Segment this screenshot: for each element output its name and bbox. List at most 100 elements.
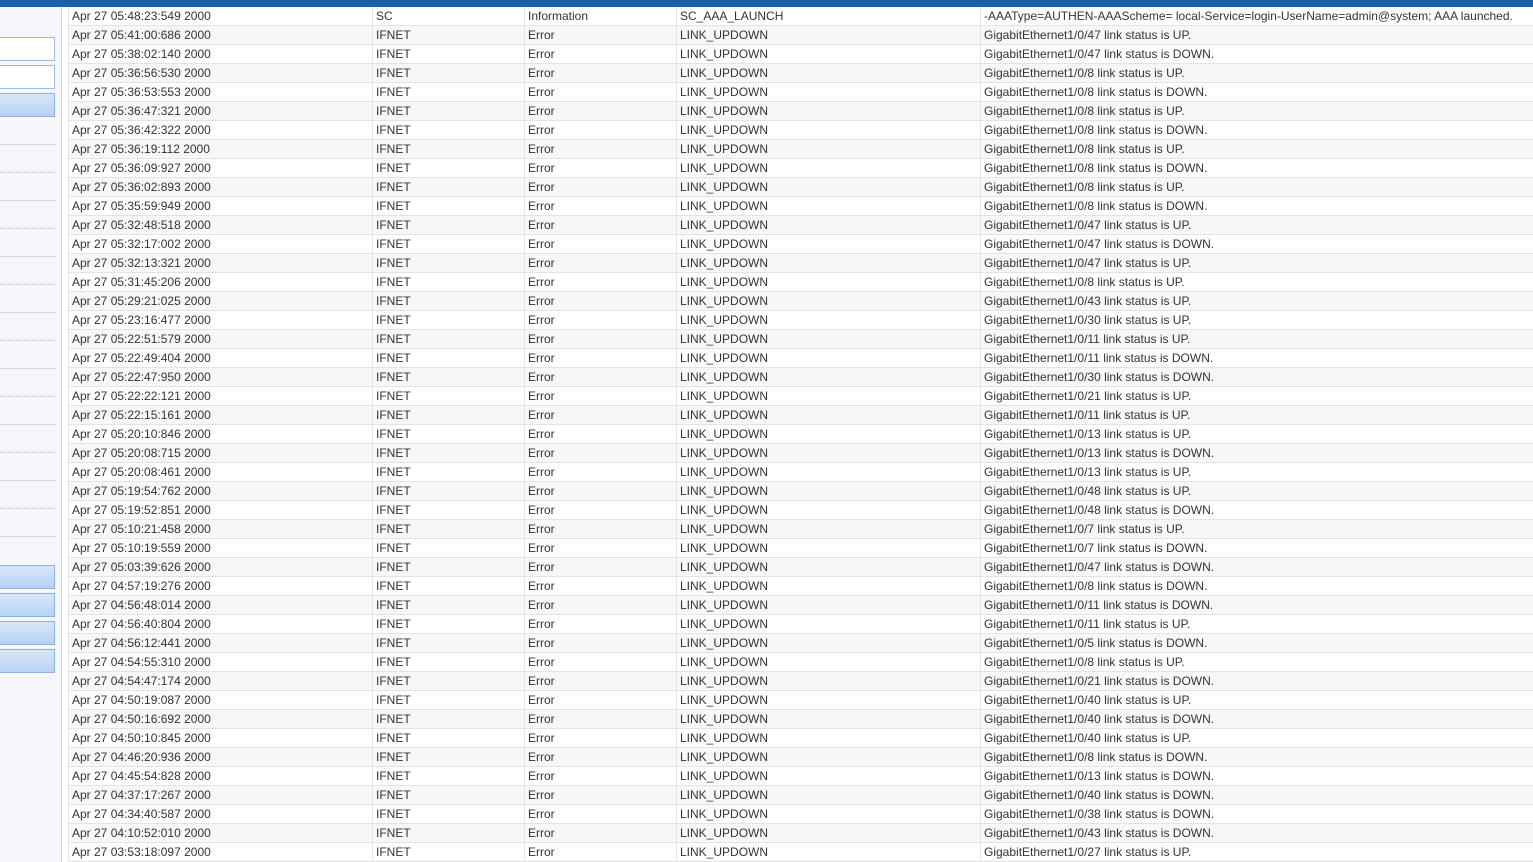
log-time-cell: Apr 27 04:37:17:267 2000	[68, 785, 373, 805]
log-row[interactable]: Apr 27 03:53:18:097 2000 IFNET Error LINK_U…	[68, 842, 1533, 862]
log-type-cell: LINK_UPDOWN	[676, 348, 981, 368]
log-type-cell: LINK_UPDOWN	[676, 63, 981, 83]
log-row[interactable]: Apr 27 05:22:49:404 2000 IFNET Error LINK_U…	[68, 348, 1533, 368]
log-row[interactable]: Apr 27 05:36:09:927 2000 IFNET Error LINK_U…	[68, 158, 1533, 178]
log-row[interactable]: Apr 27 04:50:16:692 2000 IFNET Error LINK_U…	[68, 709, 1533, 729]
log-row[interactable]: Apr 27 05:36:56:530 2000 IFNET Error LINK_U…	[68, 63, 1533, 83]
log-row[interactable]: Apr 27 04:57:19:276 2000 IFNET Error LINK_U…	[68, 576, 1533, 596]
log-type-cell: LINK_UPDOWN	[676, 25, 981, 45]
log-type-cell: LINK_UPDOWN	[676, 538, 981, 558]
log-type-cell: LINK_UPDOWN	[676, 196, 981, 216]
log-time-cell: Apr 27 04:57:19:276 2000	[68, 576, 373, 596]
log-row[interactable]: Apr 27 05:32:48:518 2000 IFNET Error LINK_U…	[68, 215, 1533, 235]
log-row[interactable]: Apr 27 04:34:40:587 2000 IFNET Error LINK_U…	[68, 804, 1533, 824]
log-row[interactable]: Apr 27 05:22:51:579 2000 IFNET Error LINK_U…	[68, 329, 1533, 349]
log-row[interactable]: Apr 27 05:22:22:121 2000 IFNET Error LINK_U…	[68, 386, 1533, 406]
log-type-cell: LINK_UPDOWN	[676, 671, 981, 691]
log-type-cell: LINK_UPDOWN	[676, 823, 981, 843]
log-module-cell: IFNET	[372, 424, 525, 444]
log-row[interactable]: Apr 27 05:36:53:553 2000 IFNET Error LINK_U…	[68, 82, 1533, 102]
log-time-cell: Apr 27 05:29:21:025 2000	[68, 291, 373, 311]
log-description-cell: GigabitEthernet1/0/8 link status is UP.	[980, 177, 1533, 197]
log-level-cell: Error	[524, 462, 677, 482]
log-row[interactable]: Apr 27 05:10:21:458 2000 IFNET Error LINK_U…	[68, 519, 1533, 539]
sidebar-button-5[interactable]	[0, 649, 55, 673]
log-row[interactable]: Apr 27 04:50:19:087 2000 IFNET Error LINK_U…	[68, 690, 1533, 710]
sidebar-button-3[interactable]	[0, 593, 55, 617]
log-level-cell: Error	[524, 215, 677, 235]
log-row[interactable]: Apr 27 05:20:08:461 2000 IFNET Error LINK_U…	[68, 462, 1533, 482]
sidebar-button-2[interactable]	[0, 565, 55, 589]
log-level-cell: Error	[524, 747, 677, 767]
log-time-cell: Apr 27 05:22:51:579 2000	[68, 329, 373, 349]
log-level-cell: Error	[524, 766, 677, 786]
log-description-cell: GigabitEthernet1/0/5 link status is DOWN…	[980, 633, 1533, 653]
sidebar-input-1[interactable]	[0, 37, 55, 61]
log-row[interactable]: Apr 27 05:23:16:477 2000 IFNET Error LINK_U…	[68, 310, 1533, 330]
log-row[interactable]: Apr 27 04:54:47:174 2000 IFNET Error LINK_U…	[68, 671, 1533, 691]
log-type-cell: LINK_UPDOWN	[676, 158, 981, 178]
log-row[interactable]: Apr 27 05:32:13:321 2000 IFNET Error LINK_U…	[68, 253, 1533, 273]
log-time-cell: Apr 27 04:10:52:010 2000	[68, 823, 373, 843]
log-row[interactable]: Apr 27 05:22:47:950 2000 IFNET Error LINK_U…	[68, 367, 1533, 387]
log-type-cell: LINK_UPDOWN	[676, 272, 981, 292]
log-row[interactable]: Apr 27 05:36:02:893 2000 IFNET Error LINK_U…	[68, 177, 1533, 197]
log-level-cell: Error	[524, 690, 677, 710]
log-time-cell: Apr 27 05:22:15:161 2000	[68, 405, 373, 425]
log-time-cell: Apr 27 05:20:10:846 2000	[68, 424, 373, 444]
log-row[interactable]: Apr 27 05:03:39:626 2000 IFNET Error LINK_U…	[68, 557, 1533, 577]
log-row[interactable]: Apr 27 04:56:40:804 2000 IFNET Error LINK_U…	[68, 614, 1533, 634]
sidebar-button-4[interactable]	[0, 621, 55, 645]
log-module-cell: IFNET	[372, 25, 525, 45]
log-row[interactable]: Apr 27 04:54:55:310 2000 IFNET Error LINK_U…	[68, 652, 1533, 672]
sidebar-divider	[0, 536, 55, 537]
log-level-cell: Error	[524, 728, 677, 748]
log-row[interactable]: Apr 27 05:10:19:559 2000 IFNET Error LINK_U…	[68, 538, 1533, 558]
log-row[interactable]: Apr 27 05:36:42:322 2000 IFNET Error LINK_U…	[68, 120, 1533, 140]
log-type-cell: LINK_UPDOWN	[676, 576, 981, 596]
log-row[interactable]: Apr 27 05:20:08:715 2000 IFNET Error LINK_U…	[68, 443, 1533, 463]
log-module-cell: IFNET	[372, 63, 525, 83]
log-row[interactable]: Apr 27 04:37:17:267 2000 IFNET Error LINK_U…	[68, 785, 1533, 805]
log-time-cell: Apr 27 05:41:00:686 2000	[68, 25, 373, 45]
log-level-cell: Error	[524, 785, 677, 805]
log-row[interactable]: Apr 27 04:45:54:828 2000 IFNET Error LINK_U…	[68, 766, 1533, 786]
sidebar-button-1[interactable]	[0, 93, 55, 117]
log-row[interactable]: Apr 27 05:19:52:851 2000 IFNET Error LINK_U…	[68, 500, 1533, 520]
log-row[interactable]: Apr 27 05:36:47:321 2000 IFNET Error LINK_U…	[68, 101, 1533, 121]
log-row[interactable]: Apr 27 04:46:20:936 2000 IFNET Error LINK_U…	[68, 747, 1533, 767]
log-row[interactable]: Apr 27 05:19:54:762 2000 IFNET Error LINK_U…	[68, 481, 1533, 501]
log-description-cell: GigabitEthernet1/0/11 link status is DOW…	[980, 595, 1533, 615]
log-type-cell: LINK_UPDOWN	[676, 614, 981, 634]
log-row[interactable]: Apr 27 05:22:15:161 2000 IFNET Error LINK_U…	[68, 405, 1533, 425]
sidebar-divider	[0, 312, 55, 313]
log-row[interactable]: Apr 27 05:35:59:949 2000 IFNET Error LINK_U…	[68, 196, 1533, 216]
log-row[interactable]: Apr 27 04:10:52:010 2000 IFNET Error LINK_U…	[68, 823, 1533, 843]
log-row[interactable]: Apr 27 05:32:17:002 2000 IFNET Error LINK_U…	[68, 234, 1533, 254]
log-row[interactable]: Apr 27 05:38:02:140 2000 IFNET Error LINK_U…	[68, 44, 1533, 64]
log-level-cell: Error	[524, 196, 677, 216]
log-time-cell: Apr 27 05:38:02:140 2000	[68, 44, 373, 64]
log-row[interactable]: Apr 27 04:56:48:014 2000 IFNET Error LINK_U…	[68, 595, 1533, 615]
sidebar-input-2[interactable]	[0, 65, 55, 89]
log-row[interactable]: Apr 27 05:29:21:025 2000 IFNET Error LINK_U…	[68, 291, 1533, 311]
log-module-cell: IFNET	[372, 766, 525, 786]
log-row[interactable]: Apr 27 05:36:19:112 2000 IFNET Error LINK_U…	[68, 139, 1533, 159]
log-row[interactable]: Apr 27 04:56:12:441 2000 IFNET Error LINK_U…	[68, 633, 1533, 653]
log-row[interactable]: Apr 27 05:20:10:846 2000 IFNET Error LINK_U…	[68, 424, 1533, 444]
log-level-cell: Error	[524, 481, 677, 501]
log-module-cell: IFNET	[372, 405, 525, 425]
log-module-cell: IFNET	[372, 120, 525, 140]
log-row[interactable]: Apr 27 04:50:10:845 2000 IFNET Error LINK_U…	[68, 728, 1533, 748]
log-level-cell: Error	[524, 82, 677, 102]
log-row[interactable]: Apr 27 05:31:45:206 2000 IFNET Error LINK_U…	[68, 272, 1533, 292]
log-type-cell: LINK_UPDOWN	[676, 177, 981, 197]
log-row[interactable]: Apr 27 05:48:23:549 2000 SC Information SC_…	[68, 7, 1533, 26]
sidebar-divider	[0, 340, 55, 341]
log-row[interactable]: Apr 27 05:41:00:686 2000 IFNET Error LINK_U…	[68, 25, 1533, 45]
log-time-cell: Apr 27 05:31:45:206 2000	[68, 272, 373, 292]
log-description-cell: GigabitEthernet1/0/21 link status is UP.	[980, 386, 1533, 406]
log-time-cell: Apr 27 04:56:40:804 2000	[68, 614, 373, 634]
log-time-cell: Apr 27 05:36:42:322 2000	[68, 120, 373, 140]
sidebar-divider	[0, 284, 55, 285]
